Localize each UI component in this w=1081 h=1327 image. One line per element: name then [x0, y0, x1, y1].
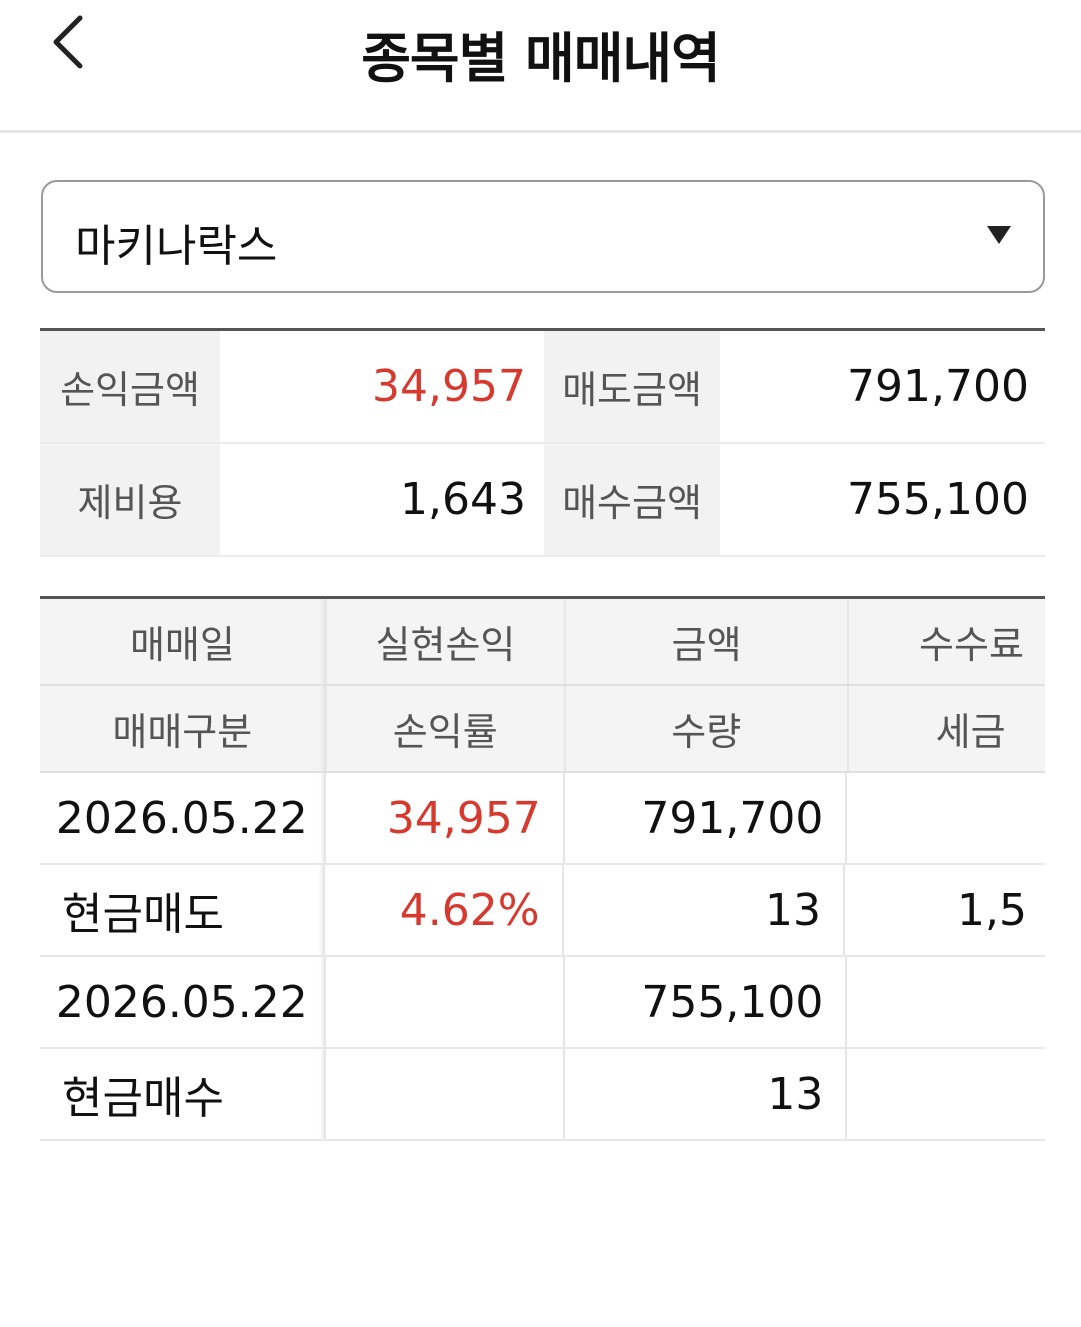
table-row[interactable]: 현금매도 4.62% 13 1,5 — [40, 865, 1045, 957]
buy-label: 매수금액 — [544, 444, 720, 555]
buy-value: 755,100 — [847, 474, 1029, 525]
header-profit-rate: 손익률 — [327, 686, 566, 771]
trade-type: 현금매도 — [40, 865, 326, 955]
header-realized-profit: 실현손익 — [327, 599, 567, 684]
trade-date: 2026.05.22 — [40, 773, 326, 863]
realized-profit: 34,957 — [326, 773, 565, 863]
trade-fee — [847, 773, 1045, 863]
trade-tax: 1,5 — [957, 884, 1027, 936]
trade-amount: 755,100 — [565, 957, 848, 1047]
header-amount: 금액 — [566, 599, 850, 684]
summary-row: 손익금액 34,957 매도금액 791,700 — [40, 331, 1045, 444]
summary-table: 손익금액 34,957 매도금액 791,700 제비용 1,643 매수금액 … — [40, 328, 1045, 557]
sell-label: 매도금액 — [544, 331, 720, 442]
trade-history-table[interactable]: 매매일 실현손익 금액 수수료 매매구분 손익률 수량 세금 2026.05.2… — [40, 596, 1045, 1147]
summary-row: 제비용 1,643 매수금액 755,100 — [40, 444, 1045, 557]
table-row[interactable]: 현금매수 13 — [40, 1049, 1045, 1141]
table-header-row: 매매구분 손익률 수량 세금 — [40, 686, 1045, 773]
header-trade-type: 매매구분 — [40, 686, 327, 771]
table-header-row: 매매일 실현손익 금액 수수료 — [40, 599, 1045, 686]
header-fee: 수수료 — [919, 623, 1024, 667]
profit-label: 손익금액 — [40, 331, 220, 442]
profit-rate — [326, 1049, 566, 1139]
selected-stock: 마키나락스 — [75, 221, 278, 272]
stock-selector[interactable]: 마키나락스 — [41, 180, 1045, 293]
profit-rate: 4.62% — [325, 865, 564, 955]
trade-quantity: 13 — [564, 865, 846, 955]
fee-value: 1,643 — [400, 474, 526, 525]
trade-fee — [847, 957, 1045, 1047]
page-title: 종목별 매매내역 — [361, 27, 721, 90]
fee-label: 제비용 — [40, 444, 220, 555]
trade-date: 2026.05.22 — [40, 957, 326, 1047]
trade-type: 현금매수 — [40, 1049, 327, 1139]
header-trade-date: 매매일 — [40, 599, 327, 684]
header-quantity: 수량 — [566, 686, 849, 771]
table-row[interactable]: 2026.05.22 34,957 791,700 — [40, 773, 1045, 865]
realized-profit — [326, 957, 565, 1047]
top-bar: 종목별 매매내역 — [0, 0, 1081, 133]
profit-value: 34,957 — [372, 361, 526, 412]
trade-amount: 791,700 — [565, 773, 848, 863]
header-tax: 세금 — [935, 710, 1006, 754]
caret-down-icon — [987, 226, 1011, 244]
sell-value: 791,700 — [847, 361, 1029, 412]
table-row[interactable]: 2026.05.22 755,100 — [40, 957, 1045, 1049]
trade-quantity: 13 — [565, 1049, 848, 1139]
trade-tax — [847, 1049, 1045, 1139]
